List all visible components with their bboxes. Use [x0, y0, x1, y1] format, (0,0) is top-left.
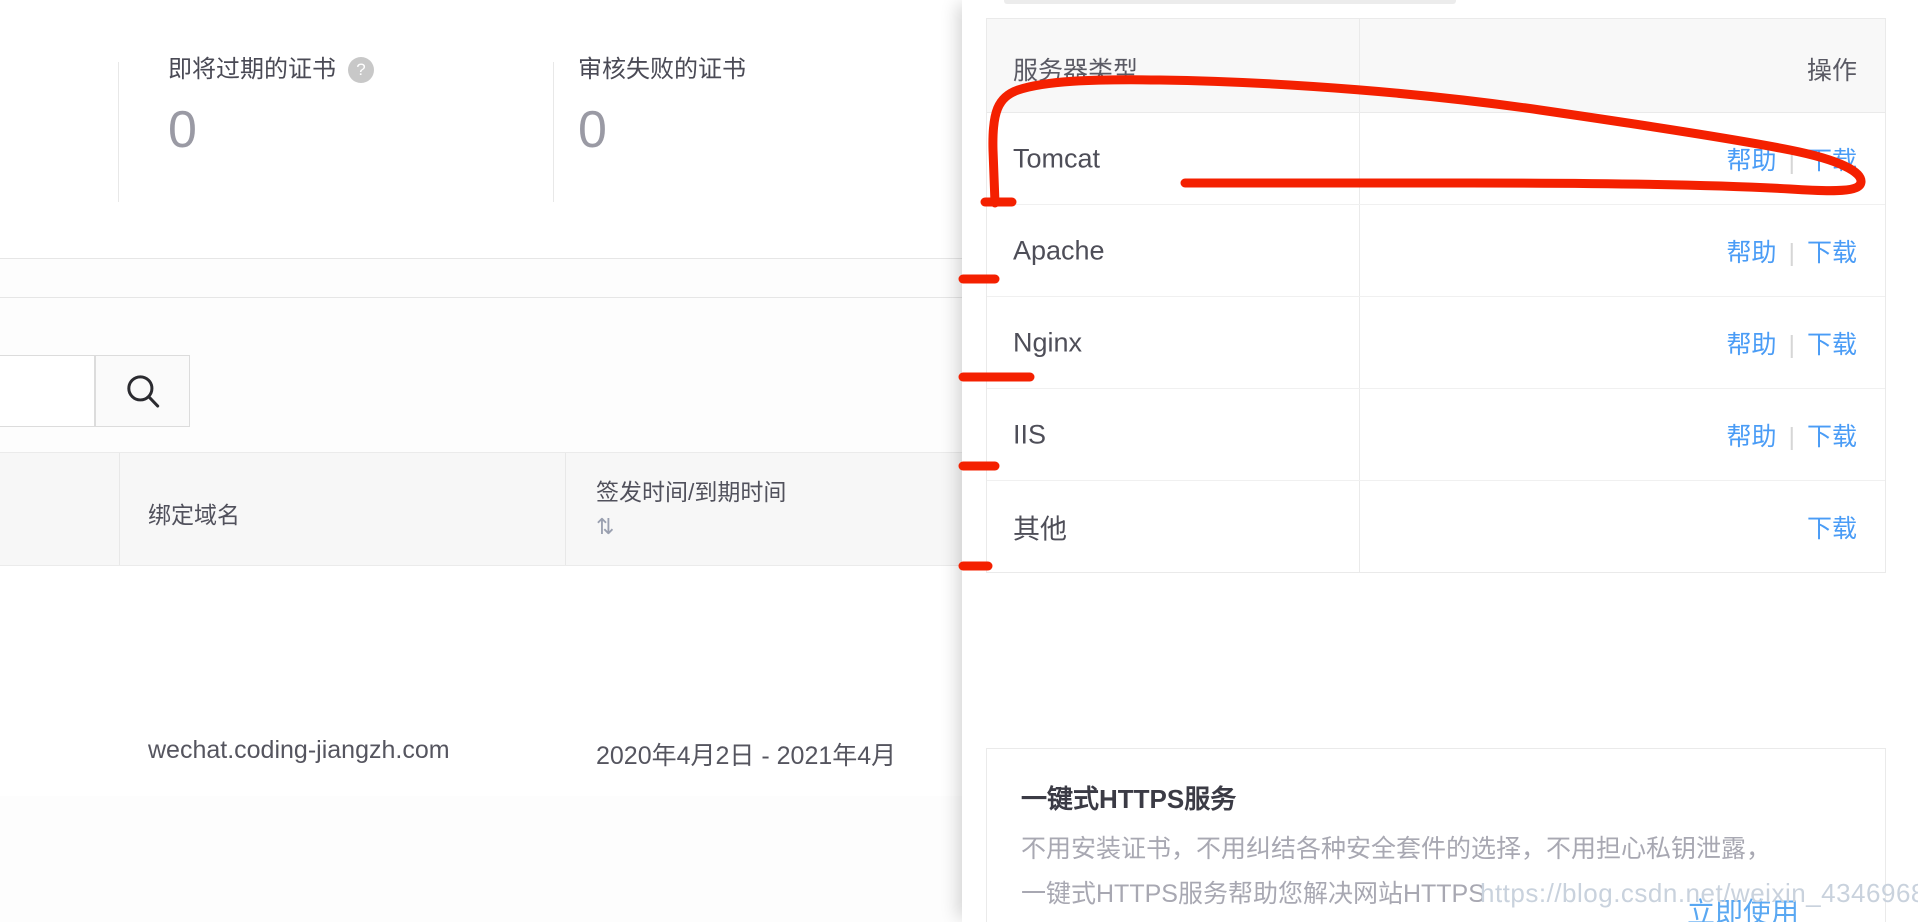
search-row [0, 355, 962, 429]
column-header-domain[interactable]: 绑定域名 [148, 496, 240, 530]
server-col-divider [1359, 19, 1360, 112]
stats-strip: 即将过期的证书? 0 审核失败的证书 0 [0, 0, 962, 258]
stat-divider-left [118, 62, 119, 202]
help-link[interactable]: 帮助 [1726, 423, 1776, 451]
table-row[interactable]: Apache 帮助 | 下载 [987, 205, 1885, 297]
download-link[interactable]: 下载 [1807, 147, 1857, 175]
promo-card: 一键式HTTPS服务 不用安装证书，不用纠结各种安全套件的选择，不用担心私钥泄露… [986, 748, 1886, 922]
server-col-divider [1359, 113, 1360, 204]
server-name-nginx: Nginx [1013, 327, 1083, 357]
row-actions: 下载 [1807, 509, 1857, 545]
stat-divider-middle [553, 62, 554, 202]
sort-icon[interactable]: ⇅ [596, 516, 786, 538]
server-name-tomcat: Tomcat [1013, 143, 1101, 173]
server-table-header: 服务器类型 操作 [987, 19, 1885, 113]
server-name-other: 其他 [1013, 514, 1067, 544]
stat-value: 0 [578, 101, 607, 159]
server-col-divider [1359, 389, 1360, 480]
download-link[interactable]: 下载 [1807, 423, 1857, 451]
search-input[interactable] [0, 355, 95, 427]
search-button[interactable] [95, 355, 190, 427]
table-row[interactable]: 其他 下载 [987, 481, 1885, 572]
download-link[interactable]: 下载 [1807, 331, 1857, 359]
action-separator: | [1788, 422, 1795, 451]
help-link[interactable]: 帮助 [1726, 239, 1776, 267]
table-row[interactable]: IIS 帮助 | 下载 [987, 389, 1885, 481]
download-link[interactable]: 下载 [1807, 239, 1857, 267]
stat-card-failed: 审核失败的证书 0 [578, 55, 746, 200]
column-header-server-type: 服务器类型 [1013, 57, 1139, 85]
server-col-divider [1359, 481, 1360, 572]
panel-top-chip [1004, 0, 1456, 4]
server-name-apache: Apache [1013, 235, 1105, 265]
divider-toolbar [0, 297, 962, 298]
stat-card-expiring: 即将过期的证书? 0 [168, 55, 374, 200]
col-divider-1 [119, 453, 120, 565]
server-col-divider [1359, 297, 1360, 388]
search-icon [126, 375, 159, 408]
promo-description: 不用安装证书，不用纠结各种安全套件的选择，不用担心私钥泄露，一键式HTTPS服务… [1021, 835, 1772, 908]
row-actions: 帮助 | 下载 [1726, 233, 1857, 269]
help-link[interactable]: 帮助 [1726, 147, 1776, 175]
table-row[interactable]: wechat.coding-jiangzh.com 2020年4月2日 - 20… [0, 566, 962, 796]
server-type-table: 服务器类型 操作 Tomcat 帮助 | 下载 Apache 帮助 | 下载 Nginx… [986, 18, 1886, 573]
stat-label: 审核失败的证书 [578, 56, 746, 83]
certificate-table-header: 绑定域名 签发时间/到期时间 ⇅ [0, 452, 962, 566]
column-header-label: 签发时间/到期时间 [596, 479, 787, 505]
row-actions: 帮助 | 下载 [1726, 141, 1857, 177]
server-col-divider [1359, 205, 1360, 296]
column-header-action: 操作 [1806, 57, 1857, 85]
cell-dates: 2020年4月2日 - 2021年4月 [596, 742, 897, 770]
row-actions: 帮助 | 下载 [1726, 417, 1857, 453]
stat-label: 即将过期的证书? [168, 55, 374, 85]
download-link[interactable]: 下载 [1807, 515, 1857, 543]
help-link[interactable]: 帮助 [1726, 331, 1776, 359]
promo-cta-link[interactable]: 立即使用 [1687, 891, 1799, 922]
server-name-iis: IIS [1013, 419, 1047, 449]
column-header-issue-expiry[interactable]: 签发时间/到期时间 ⇅ [596, 473, 787, 538]
stat-label-text: 即将过期的证书 [168, 56, 336, 83]
table-row[interactable]: Nginx 帮助 | 下载 [987, 297, 1885, 389]
help-icon[interactable]: ? [348, 57, 374, 83]
background-page: 即将过期的证书? 0 审核失败的证书 0 绑定域名 签发时间/到期时间 ⇅ we… [0, 0, 962, 922]
col-divider-2 [565, 453, 566, 565]
promo-title: 一键式HTTPS服务 [1021, 784, 1237, 814]
row-actions: 帮助 | 下载 [1726, 325, 1857, 361]
stat-value: 0 [168, 101, 197, 159]
certificate-table: 绑定域名 签发时间/到期时间 ⇅ wechat.coding-jiangzh.c… [0, 452, 962, 796]
divider-below-stats [0, 258, 962, 259]
server-type-panel: 服务器类型 操作 Tomcat 帮助 | 下载 Apache 帮助 | 下载 Nginx… [962, 0, 1918, 922]
action-separator: | [1788, 330, 1795, 359]
table-row[interactable]: Tomcat 帮助 | 下载 [987, 113, 1885, 205]
action-separator: | [1788, 238, 1795, 267]
cell-domain: wechat.coding-jiangzh.com [148, 736, 450, 764]
action-separator: | [1788, 146, 1795, 175]
